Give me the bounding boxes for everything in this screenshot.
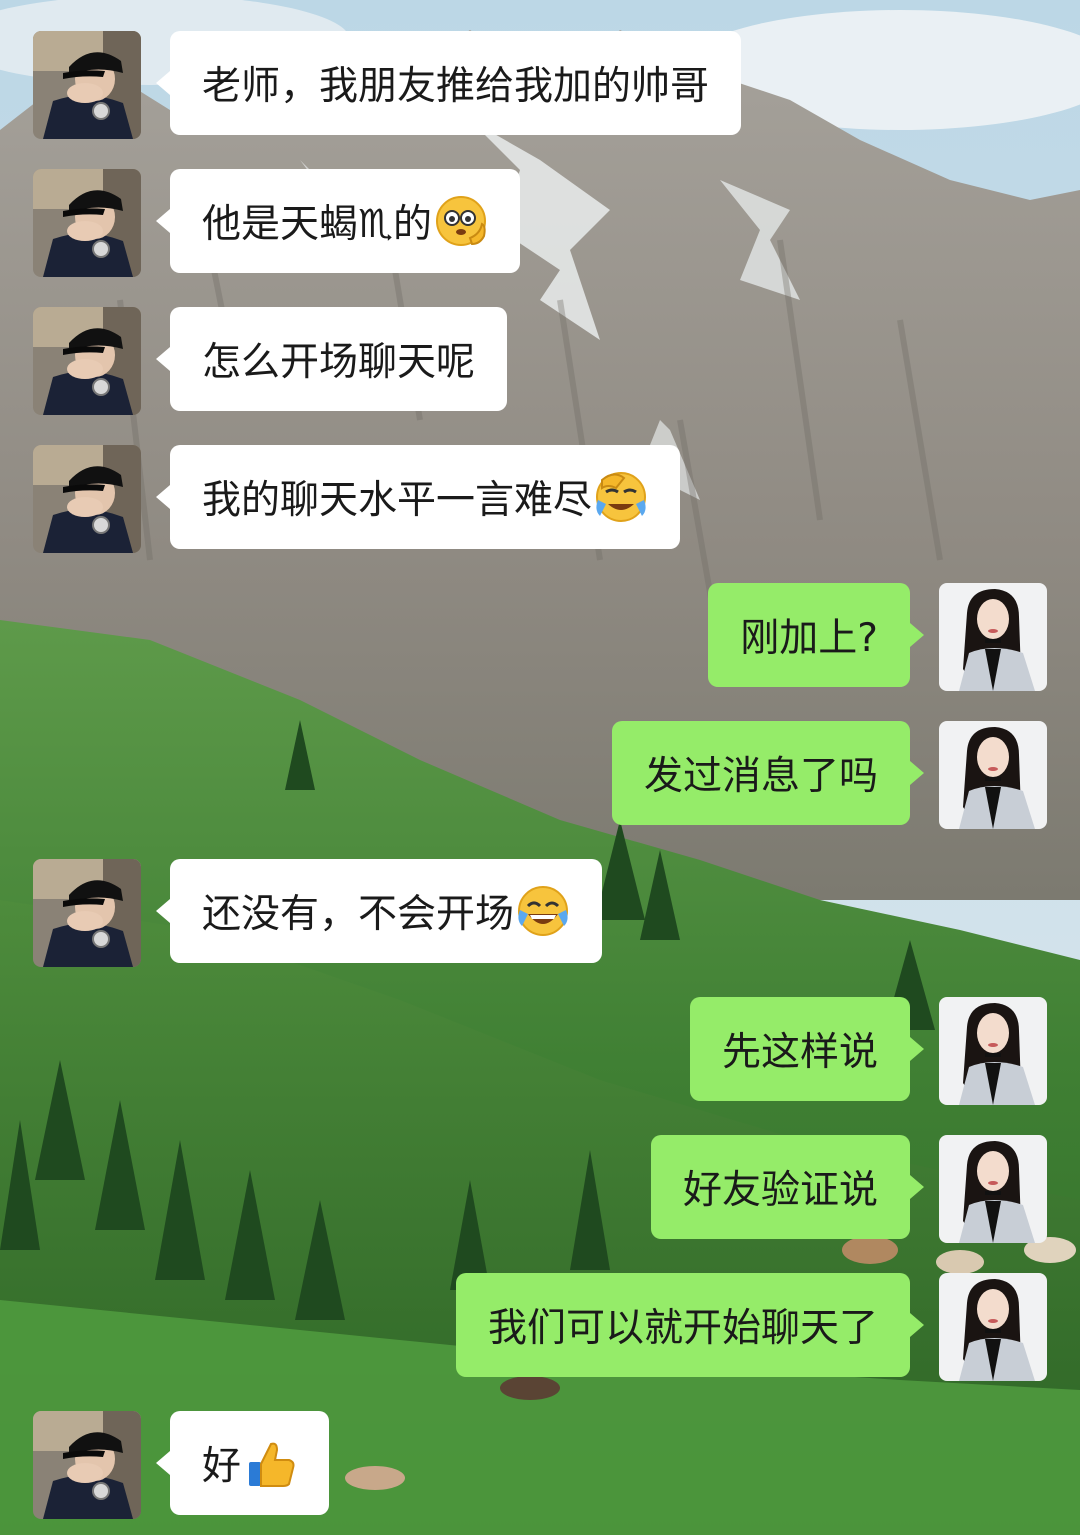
tears-of-joy-face-emoji-icon <box>518 886 569 936</box>
message-bubble[interactable]: 刚加上? <box>708 583 910 687</box>
incoming-message-row: 还没有，不会开场 <box>0 859 1080 967</box>
my-avatar[interactable] <box>939 583 1047 691</box>
incoming-message-row: 好 <box>0 1411 1080 1519</box>
message-bubble[interactable]: 我的聊天水平一言难尽 <box>170 445 681 549</box>
message-text: 好 <box>202 1444 242 1489</box>
bubble-tail <box>156 71 170 95</box>
incoming-message-row: 老师，我朋友推给我加的帅哥 <box>0 31 1080 139</box>
contact-avatar[interactable] <box>33 307 141 415</box>
my-avatar[interactable] <box>939 1273 1047 1381</box>
message-text: 老师，我朋友推给我加的帅哥 <box>202 64 710 109</box>
contact-avatar[interactable] <box>33 445 141 553</box>
bubble-tail <box>156 209 170 233</box>
man-in-black-cap-avatar-icon <box>33 307 141 415</box>
message-bubble[interactable]: 先这样说 <box>690 997 910 1101</box>
bubble-tail <box>910 761 924 785</box>
bubble-tail <box>156 1451 170 1475</box>
thumbs-up-emoji-icon <box>249 1442 295 1487</box>
facepalm-cry-face-emoji-icon <box>596 472 647 522</box>
incoming-message-row: 我的聊天水平一言难尽 <box>0 445 1080 553</box>
woman-long-dark-hair-avatar-icon <box>939 1273 1047 1381</box>
my-avatar[interactable] <box>939 1135 1047 1243</box>
message-text: 好友验证说 <box>682 1168 878 1213</box>
message-text: 刚加上? <box>740 616 878 661</box>
man-in-black-cap-avatar-icon <box>33 859 141 967</box>
bubble-tail <box>910 1175 924 1199</box>
woman-long-dark-hair-avatar-icon <box>939 997 1047 1105</box>
my-avatar[interactable] <box>939 997 1047 1105</box>
bubble-tail <box>156 485 170 509</box>
message-bubble[interactable]: 好 <box>170 1411 330 1515</box>
message-text: 先这样说 <box>721 1030 878 1075</box>
message-text: 怎么开场聊天呢 <box>202 340 476 385</box>
contact-avatar[interactable] <box>33 1411 141 1519</box>
message-text: 他是天蝎♏的 <box>202 202 432 247</box>
incoming-message-row: 他是天蝎♏的 <box>0 169 1080 277</box>
man-in-black-cap-avatar-icon <box>33 445 141 553</box>
outgoing-message-row: 发过消息了吗 <box>0 721 1080 829</box>
message-bubble[interactable]: 老师，我朋友推给我加的帅哥 <box>170 31 742 135</box>
my-avatar[interactable] <box>939 721 1047 829</box>
woman-long-dark-hair-avatar-icon <box>939 721 1047 829</box>
man-in-black-cap-avatar-icon <box>33 31 141 139</box>
outgoing-message-row: 好友验证说 <box>0 1135 1080 1243</box>
message-bubble[interactable]: 怎么开场聊天呢 <box>170 307 508 411</box>
woman-long-dark-hair-avatar-icon <box>939 1135 1047 1243</box>
bubble-tail <box>910 1313 924 1337</box>
woman-long-dark-hair-avatar-icon <box>939 583 1047 691</box>
outgoing-message-row: 刚加上? <box>0 583 1080 691</box>
bubble-tail <box>156 899 170 923</box>
message-bubble[interactable]: 发过消息了吗 <box>612 721 910 825</box>
outgoing-message-row: 我们可以就开始聊天了 <box>0 1273 1080 1381</box>
bubble-tail <box>156 347 170 371</box>
message-text: 还没有，不会开场 <box>202 892 515 937</box>
man-in-black-cap-avatar-icon <box>33 169 141 277</box>
message-text: 发过消息了吗 <box>643 754 878 799</box>
pleading-hand-face-emoji-icon <box>435 196 486 246</box>
contact-avatar[interactable] <box>33 31 141 139</box>
contact-avatar[interactable] <box>33 169 141 277</box>
man-in-black-cap-avatar-icon <box>33 1411 141 1519</box>
message-bubble[interactable]: 我们可以就开始聊天了 <box>456 1273 910 1377</box>
message-bubble[interactable]: 好友验证说 <box>651 1135 910 1239</box>
message-text: 我们可以就开始聊天了 <box>487 1306 878 1351</box>
message-text: 我的聊天水平一言难尽 <box>202 478 593 523</box>
incoming-message-row: 怎么开场聊天呢 <box>0 307 1080 415</box>
contact-avatar[interactable] <box>33 859 141 967</box>
outgoing-message-row: 先这样说 <box>0 997 1080 1105</box>
bubble-tail <box>910 623 924 647</box>
message-bubble[interactable]: 他是天蝎♏的 <box>170 169 520 273</box>
message-bubble[interactable]: 还没有，不会开场 <box>170 859 603 963</box>
bubble-tail <box>910 1037 924 1061</box>
